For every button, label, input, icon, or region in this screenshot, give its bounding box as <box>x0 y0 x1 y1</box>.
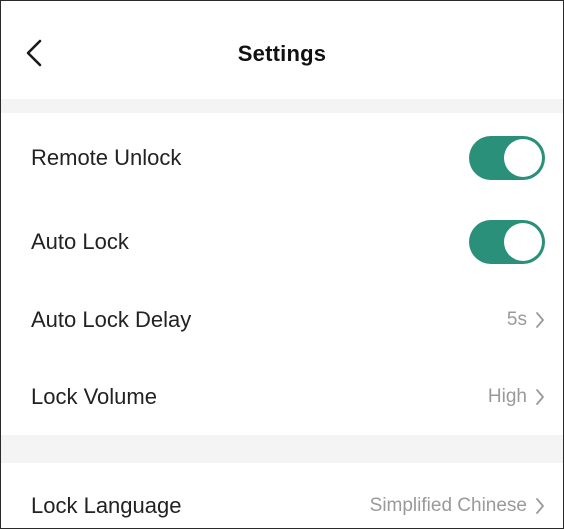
setting-row-lock-language[interactable]: Lock Language Simplified Chinese <box>1 463 563 528</box>
setting-row-auto-lock-delay[interactable]: Auto Lock Delay 5s <box>1 281 563 359</box>
setting-value-group: Simplified Chinese <box>370 495 545 517</box>
lock-language-value: Simplified Chinese <box>369 495 527 516</box>
setting-value-group: High <box>488 386 545 408</box>
setting-label-auto-lock: Auto Lock <box>31 229 129 254</box>
setting-label-remote-unlock: Remote Unlock <box>31 145 182 170</box>
setting-row-lock-volume[interactable]: Lock Volume High <box>1 359 563 435</box>
setting-label-lock-language: Lock Language <box>31 493 182 518</box>
header-bar: Settings <box>1 1 563 99</box>
setting-row-remote-unlock: Remote Unlock <box>1 113 563 203</box>
chevron-right-icon <box>535 497 545 515</box>
lock-volume-value: High <box>487 386 527 407</box>
auto-lock-delay-value: 5s <box>506 309 527 330</box>
toggle-knob <box>504 139 542 177</box>
remote-unlock-toggle[interactable] <box>469 136 545 180</box>
toggle-knob <box>504 223 542 261</box>
setting-value-group: 5s <box>507 309 545 331</box>
page-title: Settings <box>237 41 327 66</box>
setting-label-auto-lock-delay: Auto Lock Delay <box>31 307 192 332</box>
chevron-right-icon <box>535 388 545 406</box>
section-divider <box>1 435 563 463</box>
setting-row-auto-lock: Auto Lock <box>1 203 563 281</box>
setting-label-lock-volume: Lock Volume <box>31 384 157 409</box>
settings-screen: Settings Remote Unlock Auto Lock Auto Lo… <box>0 0 564 529</box>
section-divider <box>1 99 563 113</box>
chevron-right-icon <box>535 311 545 329</box>
auto-lock-toggle[interactable] <box>469 220 545 264</box>
